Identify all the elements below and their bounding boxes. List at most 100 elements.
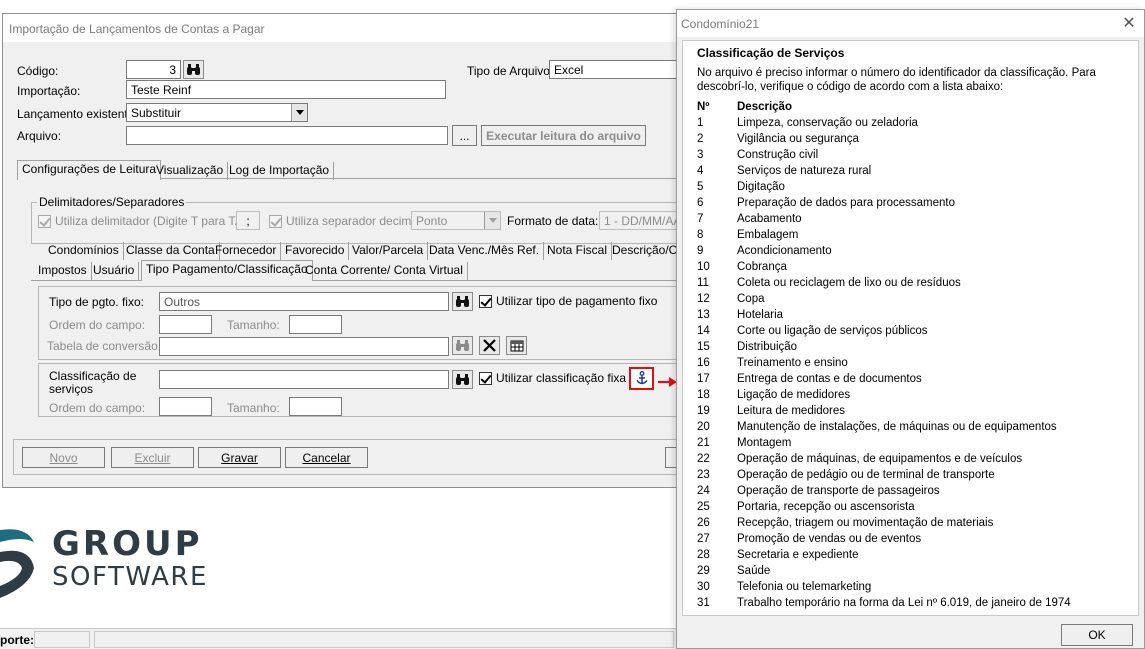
service-description: Hotelaria [737,309,784,321]
service-description: Secretaria e expediente [737,549,859,561]
service-description: Serviços de natureza rural [737,165,872,177]
tipo-pgto-label: Tipo de pgto. fixo: [49,295,144,309]
delimitadores-title: Delimitadores/Separadores [37,195,187,209]
subtab-classe-conta[interactable]: Classe da Conta [122,242,220,260]
service-number: 5 [697,181,704,193]
service-description: Recepção, triagem ou movimentação de mat… [737,517,994,529]
service-number: 30 [697,581,710,593]
service-description: Embalagem [737,229,799,241]
dialog-close-icon[interactable]: ✕ [1118,13,1140,33]
service-number: 28 [697,549,710,561]
service-number: 16 [697,357,710,369]
clear-button[interactable] [479,336,500,355]
subtab-impostos[interactable]: Impostos [34,262,92,280]
delimitador-field[interactable]: ; [236,211,260,230]
tabela-conversao-field[interactable] [159,337,449,356]
service-number: 24 [697,485,710,497]
arquivo-field[interactable] [126,126,448,145]
arquivo-label: Arquivo: [17,129,62,143]
subtab-favorecido[interactable]: Favorecido [281,242,350,260]
tipo-arquivo-select[interactable]: Excel [549,60,679,79]
cancelar-button[interactable]: Cancelar [285,447,368,468]
binoculars-icon [456,339,469,351]
tamanho-field-1[interactable] [289,315,342,334]
service-number: 9 [697,245,704,257]
tipo-pgto-field[interactable]: Outros [159,292,449,311]
service-number: 18 [697,389,710,401]
tab-configuracoes-leitura[interactable]: Configurações de Leitura [17,160,162,180]
service-number: 3 [697,149,704,161]
executar-leitura-button[interactable]: Executar leitura do arquivo [481,125,646,146]
service-number: 12 [697,293,710,305]
excluir-button[interactable]: Excluir [111,447,194,468]
service-number: 14 [697,325,710,337]
subtab-data-venc[interactable]: Data Venc./Mês Ref. [425,242,545,260]
utiliza-delimitador-label: Utiliza delimitador (Digite T para TAB) [55,214,255,228]
service-description: Entrega de contas e de documentos [737,373,922,385]
tipo-pgto-search-button[interactable] [452,292,473,311]
service-description: Operação de pedágio ou de terminal de tr… [737,469,995,481]
importacao-field[interactable]: Teste Reinf [126,80,446,99]
table-icon [510,340,523,352]
utiliza-separador-checkbox[interactable] [269,215,282,228]
service-description: Acondicionamento [737,245,832,257]
gravar-button[interactable]: Gravar [198,447,281,468]
utiliza-delimitador-checkbox[interactable] [38,215,51,228]
subtab-usuario[interactable]: Usuário [89,262,140,280]
table-config-button[interactable] [506,336,527,355]
subtab-fornecedor[interactable]: Fornecedor [211,242,282,260]
service-number: 22 [697,453,710,465]
service-description: Corte ou ligação de serviços públicos [737,325,928,337]
utilizar-tipo-fixo-checkbox[interactable] [479,295,492,308]
separador-select[interactable]: Ponto [411,211,501,230]
service-description: Operação de transporte de passageiros [737,485,940,497]
dialog-description: No arquivo é preciso informar o número d… [697,67,1096,93]
tabela-search-button[interactable] [452,336,473,355]
tab-visualizacao[interactable]: Visualização [152,162,229,180]
service-number: 6 [697,197,704,209]
service-number: 26 [697,517,710,529]
utilizar-classificacao-checkbox[interactable] [479,372,492,385]
service-number: 21 [697,437,710,449]
service-description: Saúde [737,565,771,577]
tab-log-importacao[interactable]: Log de Importação [225,162,335,180]
statusbar-cell [34,631,90,648]
main-window-title: Importação de Lançamentos de Contas a Pa… [3,14,691,42]
service-number: 15 [697,341,710,353]
service-description: Leitura de medidores [737,405,846,417]
ordem-campo-field-2[interactable] [159,397,212,416]
ordem-campo-label-2: Ordem do campo: [49,401,146,415]
tamanho-field-2[interactable] [289,397,342,416]
ok-button[interactable]: OK [1061,624,1133,646]
service-number: 27 [697,533,710,545]
subtab-descricao[interactable]: Descrição/Co [608,242,680,260]
statusbar-label: porte: [0,633,34,647]
service-description: Operação de máquinas, de equipamentos e … [737,453,1023,465]
binoculars-icon [187,63,200,75]
classificacao-field[interactable] [159,370,449,389]
subtab-conta-corrente[interactable]: Conta Corrente/ Conta Virtual [301,262,468,280]
codigo-field[interactable]: 3 [126,60,181,79]
subtab-nota-fiscal[interactable]: Nota Fiscal [543,242,613,260]
subtab-valor-parcela[interactable]: Valor/Parcela [348,242,429,260]
service-number: 2 [697,133,704,145]
chevron-down-icon [291,104,307,121]
service-description: Preparação de dados para processamento [737,197,956,209]
service-description: Coleta ou reciclagem de lixo ou de resíd… [737,277,961,289]
service-description: Manutenção de instalações, de máquinas o… [737,421,1057,433]
lancamento-select[interactable]: Substituir [126,103,308,122]
service-number: 19 [697,405,710,417]
service-description: Construção civil [737,149,819,161]
codigo-label: Código: [17,64,59,78]
logo-text-software: SOFTWARE [52,562,208,592]
ordem-campo-field-1[interactable] [159,315,212,334]
classificacao-info-button[interactable] [629,367,654,390]
subtab-tipo-pagamento[interactable]: Tipo Pagamento/Classificação [141,260,313,281]
classificacao-search-button[interactable] [452,370,473,389]
statusbar-cell [94,631,674,648]
statusbar: porte: [0,628,676,649]
novo-button[interactable]: Novo [22,447,105,468]
subtab-condominios[interactable]: Condomínios [44,242,124,260]
codigo-search-button[interactable] [183,60,204,79]
browse-button[interactable]: ... [452,125,477,146]
